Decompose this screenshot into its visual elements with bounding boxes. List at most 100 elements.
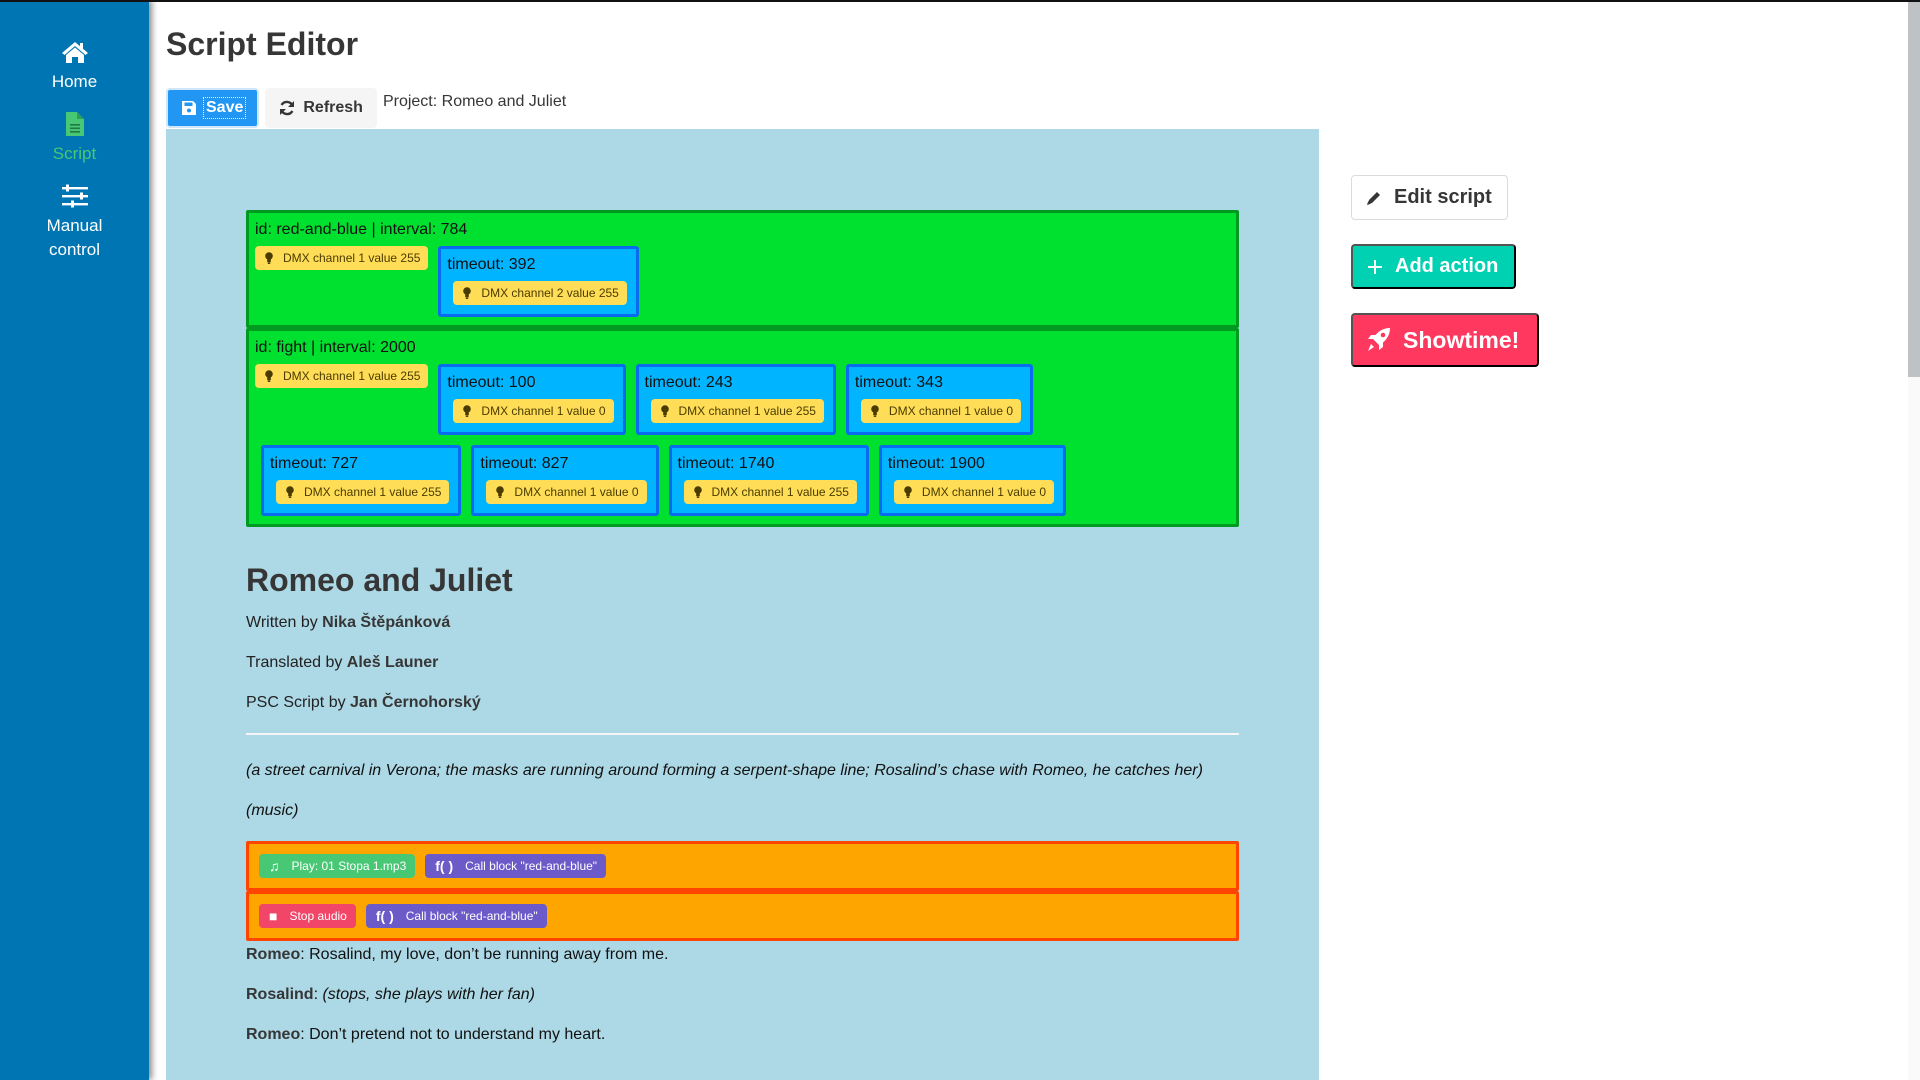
dialogue-line: Romeo: Don’t pretend not to understand m… — [246, 1025, 1239, 1045]
action-label: Call block "red-and-blue" — [405, 909, 538, 923]
project-label: Project: Romeo and Juliet — [382, 93, 567, 110]
light-block-red-and-blue[interactable]: id: red-and-blue | interval: 784 DMX cha… — [246, 210, 1239, 328]
lightbulb-icon — [286, 486, 294, 498]
action-label: Call block "red-and-blue" — [465, 859, 598, 873]
timeout-box[interactable]: timeout: 243 DMX channel 1 value 255 — [635, 364, 836, 435]
call-block-tag[interactable]: f( ) Call block "red-and-blue" — [365, 904, 547, 928]
timeout-label: timeout: 343 — [854, 374, 943, 391]
action-block[interactable]: ♫ Play: 01 Stopa 1.mp3 f( ) Call block "… — [246, 841, 1239, 891]
right-panel: Edit script Add action Showtime! — [1351, 175, 1540, 367]
save-button[interactable]: Save — [166, 88, 260, 128]
timeout-box[interactable]: timeout: 392 DMX channel 2 value 255 — [438, 246, 639, 317]
sidebar-item-home[interactable]: Home — [0, 40, 149, 94]
block-row: timeout: 727 DMX channel 1 value 255 tim… — [255, 445, 1229, 516]
dmx-action-label: DMX channel 1 value 255 — [678, 404, 816, 418]
dmx-action-tag[interactable]: DMX channel 1 value 255 — [276, 480, 450, 504]
showtime-button[interactable]: Showtime! — [1351, 313, 1540, 367]
stage-direction: (music) — [246, 802, 299, 819]
scrollbar-thumb[interactable] — [1908, 2, 1920, 377]
refresh-button[interactable]: Refresh — [265, 88, 377, 128]
call-block-tag[interactable]: f( ) Call block "red-and-blue" — [425, 854, 607, 878]
speaker-name: Rosalind — [246, 986, 314, 1003]
dmx-action-label: DMX channel 2 value 255 — [481, 286, 619, 300]
credit-name: Jan Černohorský — [350, 694, 481, 711]
divider — [246, 733, 1239, 735]
lightbulb-icon — [660, 405, 669, 417]
timeout-box[interactable]: timeout: 1900 DMX channel 1 value 0 — [878, 445, 1066, 516]
sidebar: Home Script Manual control — [0, 0, 149, 1080]
page-scrollbar[interactable] — [1908, 2, 1920, 1080]
dmx-action-tag[interactable]: DMX channel 1 value 0 — [893, 480, 1054, 504]
music-note-icon: ♫ — [269, 858, 280, 874]
play-title: Romeo and Juliet — [246, 562, 513, 598]
timeout-label: timeout: 243 — [644, 374, 733, 391]
sidebar-item-label: Home — [51, 72, 98, 91]
lightbulb-icon — [463, 287, 472, 299]
credit-name: Aleš Launer — [346, 654, 439, 671]
lightbulb-icon — [265, 370, 273, 382]
dmx-action-tag[interactable]: DMX channel 1 value 255 — [255, 364, 429, 388]
dialogue-line: Rosalind: (stops, she plays with her fan… — [246, 985, 1239, 1005]
stop-icon: ■ — [269, 908, 278, 924]
save-button-label: Save — [202, 97, 247, 119]
play-audio-tag[interactable]: ♫ Play: 01 Stopa 1.mp3 — [259, 854, 416, 878]
sidebar-item-label: Manual — [46, 216, 103, 235]
speaker-separator: : — [300, 1026, 310, 1043]
sidebar-item-manual-control[interactable]: Manual control — [0, 184, 149, 262]
credit-author: Written by Nika Štěpánková — [246, 613, 1239, 633]
dmx-action-tag[interactable]: DMX channel 1 value 0 — [453, 399, 614, 423]
dmx-action-label: DMX channel 1 value 0 — [514, 485, 639, 499]
function-icon: f( ) — [435, 858, 454, 874]
credit-translator: Translated by Aleš Launer — [246, 653, 1239, 673]
dmx-action-tag[interactable]: DMX channel 1 value 255 — [683, 480, 857, 504]
action-label: Stop audio — [289, 909, 347, 923]
block-header: id: fight | interval: 2000 — [255, 339, 416, 356]
dmx-action-tag[interactable]: DMX channel 2 value 255 — [453, 281, 627, 305]
block-row: DMX channel 1 value 255 timeout: 100 DMX… — [255, 364, 1229, 435]
dmx-action-tag[interactable]: DMX channel 1 value 255 — [650, 399, 824, 423]
light-block-fight[interactable]: id: fight | interval: 2000 DMX channel 1… — [246, 328, 1239, 527]
toolbar: Save Refresh Project: Romeo and Juliet — [166, 88, 566, 128]
line-text: Don’t pretend not to understand my heart… — [309, 1026, 606, 1043]
line-text: Rosalind, my love, don’t be running away… — [309, 946, 669, 963]
home-icon — [61, 42, 88, 63]
dmx-action-tag[interactable]: DMX channel 1 value 0 — [860, 399, 1021, 423]
timeout-box[interactable]: timeout: 727 DMX channel 1 value 255 — [261, 445, 462, 516]
line-text: (stops, she plays with her fan) — [322, 986, 535, 1003]
dmx-action-tag[interactable]: DMX channel 1 value 0 — [486, 480, 647, 504]
block-row: DMX channel 1 value 255 timeout: 392 DMX… — [255, 246, 1229, 317]
refresh-button-label: Refresh — [303, 99, 363, 116]
dmx-action-label: DMX channel 1 value 255 — [304, 485, 442, 499]
rocket-icon — [1368, 328, 1390, 351]
edit-script-button[interactable]: Edit script — [1351, 175, 1508, 220]
floppy-disk-icon — [182, 101, 196, 115]
timeout-box[interactable]: timeout: 1740 DMX channel 1 value 255 — [668, 445, 869, 516]
sliders-icon — [61, 184, 88, 208]
showtime-label: Showtime! — [1403, 326, 1520, 353]
lightbulb-icon — [463, 405, 472, 417]
action-block[interactable]: ■ Stop audio f( ) Call block "red-and-bl… — [246, 891, 1239, 941]
timeout-box[interactable]: timeout: 343 DMX channel 1 value 0 — [845, 364, 1033, 435]
dmx-action-label: DMX channel 1 value 255 — [283, 369, 421, 383]
window-top-border — [0, 0, 1920, 2]
credit-prefix: Written by — [246, 614, 323, 631]
file-icon — [65, 112, 84, 136]
timeout-label: timeout: 727 — [270, 455, 359, 472]
sidebar-item-script[interactable]: Script — [0, 112, 149, 166]
timeout-box[interactable]: timeout: 827 DMX channel 1 value 0 — [471, 445, 659, 516]
refresh-icon — [280, 100, 295, 116]
add-action-button[interactable]: Add action — [1351, 244, 1517, 289]
timeout-box[interactable]: timeout: 100 DMX channel 1 value 0 — [438, 364, 626, 435]
dialogue-line: Romeo: Rosalind, my love, don’t be runni… — [246, 945, 1239, 965]
dmx-action-tag[interactable]: DMX channel 1 value 255 — [255, 246, 429, 270]
timeout-label: timeout: 1740 — [677, 455, 775, 472]
speaker-name: Romeo — [246, 946, 301, 963]
dmx-action-label: DMX channel 1 value 0 — [921, 485, 1046, 499]
edit-script-label: Edit script — [1394, 186, 1492, 208]
stop-audio-tag[interactable]: ■ Stop audio — [259, 904, 356, 928]
function-icon: f( ) — [375, 908, 394, 924]
dmx-action-label: DMX channel 1 value 0 — [888, 404, 1013, 418]
dmx-action-label: DMX channel 1 value 0 — [481, 404, 606, 418]
script-editor-canvas: id: red-and-blue | interval: 784 DMX cha… — [166, 129, 1319, 1080]
action-label: Play: 01 Stopa 1.mp3 — [291, 859, 407, 873]
